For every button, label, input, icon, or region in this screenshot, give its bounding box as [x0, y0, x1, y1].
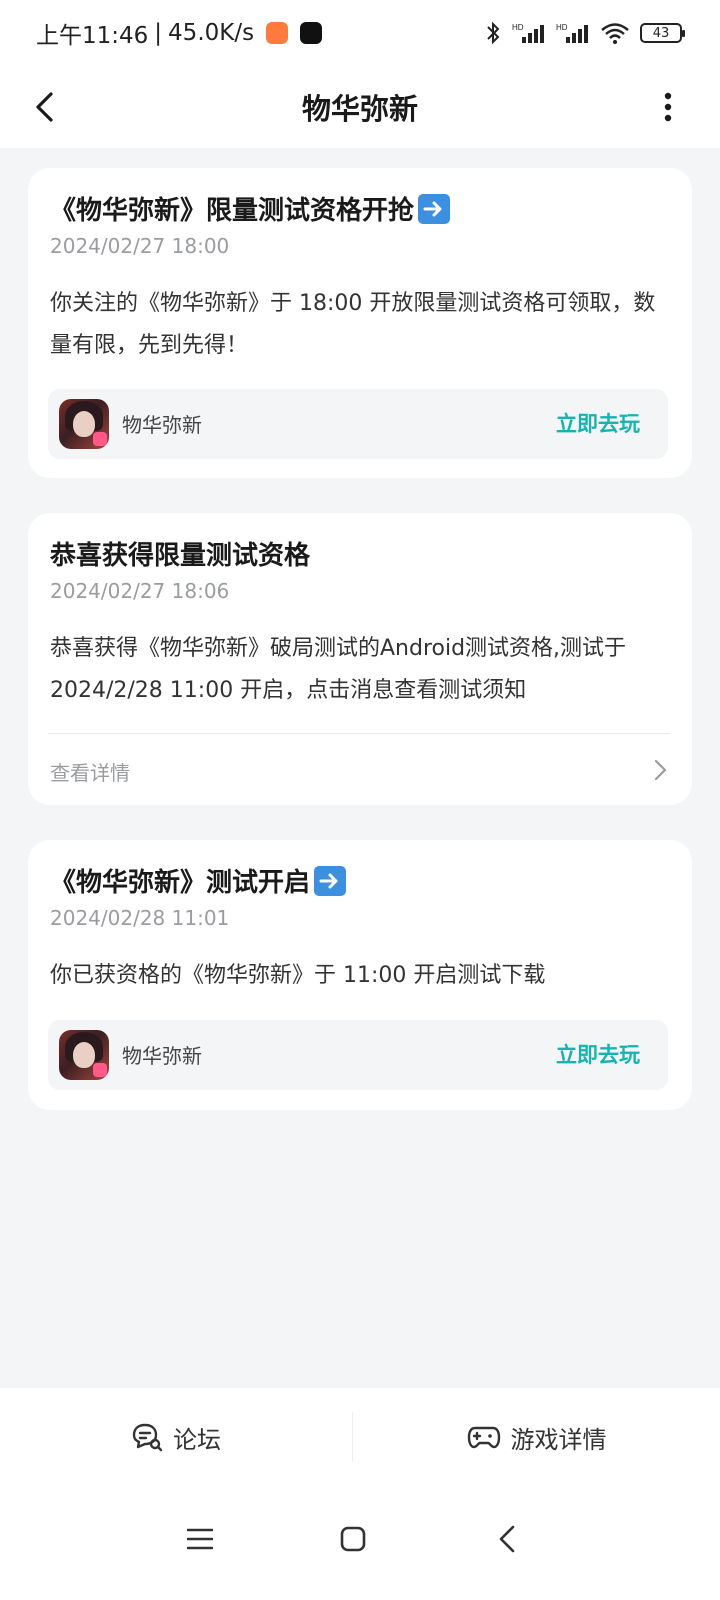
avatar-badge — [93, 1063, 107, 1077]
game-avatar — [59, 1030, 109, 1080]
game-row[interactable]: 物华弥新 立即去玩 — [48, 389, 668, 459]
system-back-button[interactable] — [482, 1514, 532, 1564]
back-button[interactable] — [24, 84, 64, 130]
view-details-link[interactable]: 查看详情 — [50, 757, 130, 786]
card-title-text: 《物华弥新》测试开启 — [50, 868, 311, 898]
tiktok-app-icon — [300, 22, 323, 44]
home-button[interactable] — [328, 1514, 378, 1564]
message-card[interactable]: 恭喜获得限量测试资格 2024/02/27 18:06 恭喜获得《物华弥新》破局… — [28, 513, 692, 805]
forum-label: 论坛 — [173, 1425, 221, 1454]
svg-text:HD: HD — [556, 23, 568, 32]
play-now-button[interactable]: 立即去玩 — [556, 1039, 640, 1069]
battery-icon: 43 — [640, 23, 685, 43]
store-app-icon — [266, 22, 289, 44]
card-title-text: 恭喜获得限量测试资格 — [50, 541, 311, 571]
avatar-face — [73, 1042, 95, 1068]
card-title-text: 《物华弥新》限量测试资格开抢 — [50, 196, 415, 226]
chevron-right-icon — [654, 759, 667, 781]
forum-tab[interactable]: 论坛 — [0, 1388, 352, 1486]
more-vertical-icon — [664, 92, 672, 122]
avatar-face — [73, 411, 95, 437]
status-left: 上午11:46 | 45.0K/s — [36, 16, 323, 50]
game-detail-tab[interactable]: 游戏详情 — [353, 1388, 720, 1486]
status-time: 上午11:46 — [36, 23, 149, 49]
signal-icon-2: HD — [556, 23, 588, 43]
gamepad-icon — [467, 1426, 500, 1449]
play-now-button[interactable]: 立即去玩 — [556, 408, 640, 438]
card-title: 《物华弥新》测试开启 — [50, 862, 347, 899]
card-title: 恭喜获得限量测试资格 — [50, 535, 310, 572]
arrow-right-icon — [314, 865, 347, 896]
message-card[interactable]: 《物华弥新》测试开启 2024/02/28 11:01 你已获资格的《物华弥新》… — [28, 840, 692, 1110]
chevron-left-icon — [36, 92, 53, 122]
card-timestamp: 2024/02/28 11:01 — [50, 906, 230, 930]
card-body: 你关注的《物华弥新》于 18:00 开放限量测试资格可领取，数量有限，先到先得！ — [50, 291, 656, 358]
bottom-action-bar: 论坛 游戏详情 — [0, 1388, 720, 1486]
bluetooth-icon — [487, 21, 500, 45]
card-timestamp: 2024/02/27 18:06 — [50, 579, 230, 603]
signal-icon: HD — [512, 23, 544, 43]
more-options-button[interactable] — [656, 84, 680, 130]
page-title: 物华弥新 — [301, 92, 418, 126]
status-separator: | — [154, 20, 163, 46]
menu-icon — [187, 1528, 213, 1550]
card-title: 《物华弥新》限量测试资格开抢 — [50, 190, 451, 227]
game-name: 物华弥新 — [122, 413, 202, 437]
status-right: HD HD 43 — [484, 21, 685, 45]
game-row[interactable]: 物华弥新 立即去玩 — [48, 1020, 668, 1090]
message-card[interactable]: 《物华弥新》限量测试资格开抢 2024/02/27 18:00 你关注的《物华弥… — [28, 168, 692, 478]
card-body: 恭喜获得《物华弥新》破局测试的Android测试资格,测试于 2024/2/28… — [50, 636, 627, 703]
system-nav-bar — [0, 1486, 720, 1600]
card-body: 你已获资格的《物华弥新》于 11:00 开启测试下载 — [50, 963, 546, 988]
divider — [48, 733, 670, 734]
arrow-right-icon — [418, 193, 451, 224]
home-square-icon — [340, 1526, 366, 1552]
card-timestamp: 2024/02/27 18:00 — [50, 234, 230, 258]
game-name: 物华弥新 — [122, 1044, 202, 1068]
battery-level: 43 — [652, 25, 670, 41]
game-detail-label: 游戏详情 — [510, 1425, 607, 1454]
wifi-icon — [601, 23, 629, 44]
top-app-bar: 物华弥新 — [0, 66, 720, 148]
forum-icon — [132, 1423, 163, 1452]
status-net-speed: 45.0K/s — [168, 20, 255, 46]
svg-text:HD: HD — [512, 23, 524, 32]
back-arrow-icon — [499, 1525, 515, 1553]
status-bar: 上午11:46 | 45.0K/s HD HD 43 — [0, 0, 720, 66]
game-avatar — [59, 399, 109, 449]
recent-apps-button[interactable] — [175, 1514, 225, 1564]
avatar-badge — [93, 432, 107, 446]
